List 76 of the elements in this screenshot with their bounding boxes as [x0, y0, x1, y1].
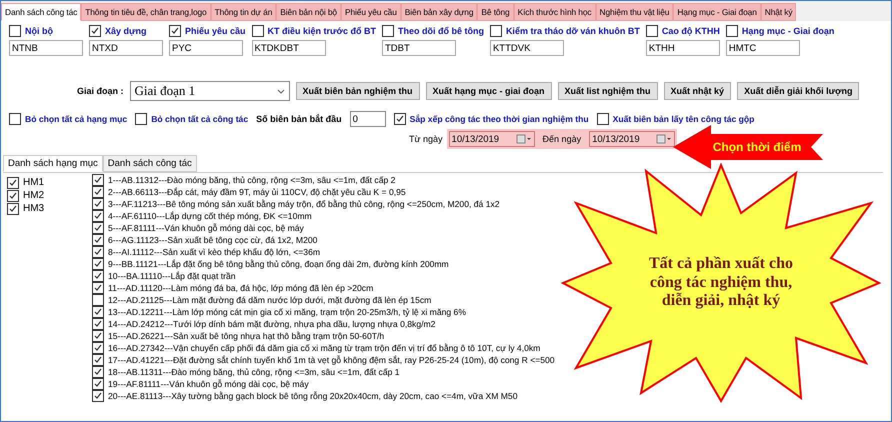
checkbox[interactable]: Kiểm tra tháo dỡ ván khuôn BT — [490, 25, 640, 37]
checkbox[interactable]: 20---AE.81113---Xây tường bằng gạch block bê tông rỗng 20x20x40cm, dày 20cm, cao <=4m, vữa XM M50 — [92, 390, 518, 402]
tab[interactable]: Biên bản nội bộ — [276, 3, 341, 21]
checkbox[interactable]: 16---AD.27342---Vận chuyển cấp phối đá dăm gia cố xi măng từ trạm trộn đến vị trí đổ bằng ô tô 10T, cự ly 4,0km — [92, 342, 540, 354]
checkbox[interactable]: KT điều kiện trước đổ BT — [252, 25, 376, 37]
checkbox[interactable]: 6---AG.11123---Sản xuất bê tông cọc cừ, đá 1x2, M200 — [92, 234, 318, 246]
checkbox[interactable]: Theo dõi đổ bê tông — [382, 25, 484, 37]
tab[interactable]: Phiếu yêu cầu — [341, 3, 401, 21]
checkbox[interactable]: 12---AD.21125---Làm mặt đường đá dăm nước lớp dưới, mặt đường đã lèn ép 15cm — [92, 294, 432, 306]
checkbox[interactable]: 19---AF.81111---Ván khuôn gỗ móng dài cọc, bệ máy — [92, 378, 309, 390]
checkbox[interactable]: Bỏ chọn tất cả hạng mục — [9, 113, 128, 125]
tab[interactable]: Thông tin tiêu đề, chân trang,logo — [81, 3, 211, 21]
code-field[interactable]: KTTDVK — [490, 40, 564, 56]
to-date-picker[interactable]: 10/13/2019 — [589, 131, 676, 147]
checkmark-icon — [170, 26, 180, 36]
checkbox[interactable]: 13---AD.12211---Làm lớp móng cát mịn gia cố xi măng, trạm trộn 20-25m3/h, tỷ lệ xi măng 6% — [92, 306, 466, 318]
from-date-label: Từ ngày — [409, 134, 443, 144]
checkbox[interactable]: 11---AD.11120---Làm móng đá ba, đá hộc, lớp móng đã lèn ép >20cm — [92, 282, 374, 294]
checkbox[interactable]: 2---AB.66113---Đắp cát, máy đầm 9T, máy ủi 110CV, độ chặt yêu cầu K = 0,95 — [92, 186, 406, 198]
tab[interactable]: Thông tin dự án — [210, 3, 276, 21]
tab[interactable]: Nghiệm thu vật liệu — [596, 3, 674, 21]
tab[interactable]: Danh sách hạng mục — [3, 155, 103, 172]
calendar-dropdown-icon — [656, 134, 672, 144]
tab[interactable]: Bê tông — [477, 3, 514, 21]
export-button[interactable]: Xuất hạng mục - giai đoạn — [426, 82, 552, 100]
checkbox[interactable]: 3---AF.11213---Bê tông móng sản xuất bằng máy trộn, đổ bằng thủ công, rộng <=250cm, M200, đá 1x2 — [92, 198, 500, 210]
export-button[interactable]: Xuất biên bản nghiệm thu — [296, 82, 420, 100]
arrow-callout: Chọn thời điểm — [673, 125, 823, 169]
checkbox[interactable]: 9---BB.11121---Lắp đặt ống bê tông bằng thủ công, đoạn ống dài 2m, đường kính 200mm — [92, 258, 449, 270]
code-field[interactable]: NTNB — [9, 40, 83, 56]
code-field[interactable]: KTDKDBT — [252, 40, 326, 56]
code-field[interactable]: PYC — [169, 40, 243, 56]
checkbox[interactable]: 15---AD.26221---Sản xuất bê tông nhựa hạt thô bằng trạm trộn 50-60T/h — [92, 330, 384, 342]
checkbox[interactable]: 8---AI.11112---Sản xuất vì kèo thép khẩu độ lớn, <=36m — [92, 246, 320, 258]
code-field[interactable]: TDBT — [382, 40, 456, 56]
checkbox[interactable]: 18---AB.11311---Đào móng băng, thủ công, rộng <=3m, sâu <=1m, đất cấp 1 — [92, 366, 400, 378]
checkbox[interactable]: Phiếu yêu cầu — [169, 25, 246, 37]
stage-dropdown[interactable]: Giai đoạn 1 — [130, 81, 290, 101]
to-date-label: Đến ngày — [542, 134, 582, 144]
starburst-callout: Tất cả phần xuất cho công tác nghiệm thu, diễn giải, nhật ký — [561, 163, 881, 403]
checkbox[interactable]: Sắp xếp công tác theo thời gian nghiệm thu — [394, 113, 589, 125]
tab[interactable]: Danh sách công tác — [102, 155, 197, 172]
checkmark-icon — [394, 114, 405, 124]
checkbox[interactable]: 14---AD.24212---Tưới lớp dính bám mặt đường, nhựa pha dầu, lượng nhựa 0,8kg/m2 — [92, 318, 436, 330]
checkbox[interactable]: Hạng mục - Giai đoạn — [726, 25, 834, 37]
tab[interactable]: Hạng mục - Giai đoạn — [673, 3, 761, 21]
calendar-dropdown-icon — [516, 134, 532, 144]
checkbox[interactable]: 10---BA.11110---Lắp đặt quạt trần — [92, 270, 236, 282]
stage-label: Giai đoạn : — [77, 86, 124, 96]
start-number-field[interactable]: 0 — [350, 111, 386, 127]
caret-icon — [276, 88, 285, 94]
checkbox[interactable]: 17---AD.41221---Đặt đường sắt chính tuyến khổ 1m tà vẹt gỗ không đệm sắt, ray P26-25-24 (10m), độ cong R <=500 — [92, 354, 555, 366]
tab[interactable]: Kích thước hình học — [514, 3, 596, 21]
checkbox[interactable]: HM1 — [7, 176, 44, 189]
tab[interactable]: Danh sách công tác — [1, 3, 82, 21]
tab[interactable]: Biên bản xây dựng — [400, 3, 478, 21]
checkbox[interactable]: 5---AF.81111---Ván khuôn gỗ móng dài cọc, bệ máy — [92, 222, 304, 234]
code-field[interactable]: NTXD — [89, 40, 163, 56]
tab[interactable]: Nhật ký — [760, 3, 796, 21]
checkbox[interactable]: 1---AB.11312---Đào móng băng, thủ công, rộng <=3m, sâu <=1m, đất cấp 2 — [92, 174, 396, 186]
code-field[interactable]: HMTC — [726, 40, 800, 56]
checkbox[interactable]: 4---AF.61110---Lắp dựng cốt thép móng, ĐK <=10mm — [92, 210, 312, 222]
checkbox[interactable]: Nội bộ — [9, 25, 83, 37]
checkbox[interactable]: HM3 — [7, 202, 44, 215]
start-number-label: Số biên bản bắt đầu — [256, 114, 342, 124]
checkbox[interactable]: HM2 — [7, 189, 44, 202]
from-date-picker[interactable]: 10/13/2019 — [448, 131, 535, 147]
export-button[interactable]: Xuất nhật ký — [664, 82, 732, 100]
export-button[interactable]: Xuất diễn giải khối lượng — [737, 82, 860, 100]
checkbox[interactable]: Bỏ chọn tất cả công tác — [135, 113, 248, 125]
code-field[interactable]: KTHH — [646, 40, 720, 56]
checkbox[interactable]: Xuất biên bản lấy tên công tác gộp — [596, 113, 754, 125]
checkbox[interactable]: Cao độ KTHH — [646, 25, 720, 37]
checkmark-icon — [90, 26, 100, 36]
export-button[interactable]: Xuất list nghiệm thu — [558, 82, 658, 100]
checkbox[interactable]: Xây dựng — [89, 25, 163, 37]
